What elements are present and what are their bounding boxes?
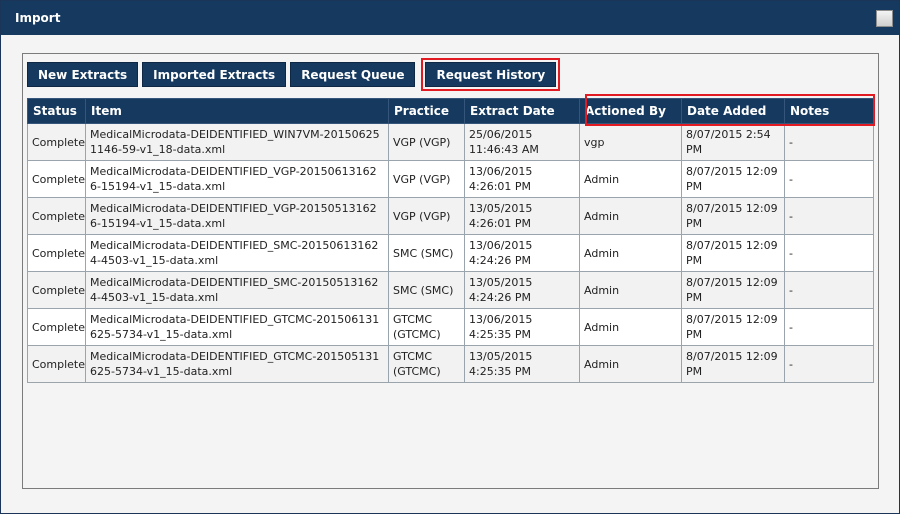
cell-practice: VGP (VGP) [388,123,465,161]
tab-panel: New Extracts Imported Extracts Request Q… [22,53,879,489]
cell-practice: SMC (SMC) [388,271,465,309]
history-table-wrap: Status Item Practice Extract Date Action… [27,94,875,383]
cell-notes: - [784,345,874,383]
cell-actioned-by: Admin [579,345,682,383]
table-row[interactable]: Complete MedicalMicrodata-DEIDENTIFIED_VG… [27,160,874,198]
col-actioned-by[interactable]: Actioned By [579,98,682,124]
tab-request-history[interactable]: Request History [421,58,561,91]
cell-item: MedicalMicrodata-DEIDENTIFIED_SMC-201505… [85,271,389,309]
cell-actioned-by: Admin [579,197,682,235]
cell-item: MedicalMicrodata-DEIDENTIFIED_VGP-201505… [85,197,389,235]
cell-practice: GTCMC (GTCMC) [388,308,465,346]
cell-date-added: 8/07/2015 12:09 PM [681,197,785,235]
cell-actioned-by: vgp [579,123,682,161]
title-bar: Import [1,1,899,35]
cell-actioned-by: Admin [579,271,682,309]
cell-extract-date: 13/06/2015 4:26:01 PM [464,160,580,198]
col-item[interactable]: Item [85,98,389,124]
cell-status: Complete [27,197,86,235]
cell-practice: VGP (VGP) [388,197,465,235]
table-header-row: Status Item Practice Extract Date Action… [27,98,874,124]
table-row[interactable]: Complete MedicalMicrodata-DEIDENTIFIED_WI… [27,123,874,161]
table-row[interactable]: Complete MedicalMicrodata-DEIDENTIFIED_VG… [27,197,874,235]
cell-notes: - [784,160,874,198]
cell-status: Complete [27,160,86,198]
cell-item: MedicalMicrodata-DEIDENTIFIED_SMC-201506… [85,234,389,272]
import-dialog: Import New Extracts Imported Extracts Re… [0,0,900,514]
table-row[interactable]: Complete MedicalMicrodata-DEIDENTIFIED_GT… [27,308,874,346]
cell-date-added: 8/07/2015 12:09 PM [681,271,785,309]
cell-practice: GTCMC (GTCMC) [388,345,465,383]
cell-date-added: 8/07/2015 12:09 PM [681,345,785,383]
cell-actioned-by: Admin [579,160,682,198]
cell-extract-date: 13/05/2015 4:24:26 PM [464,271,580,309]
cell-status: Complete [27,345,86,383]
request-history-table: Status Item Practice Extract Date Action… [27,98,874,383]
cell-item: MedicalMicrodata-DEIDENTIFIED_WIN7VM-201… [85,123,389,161]
cell-status: Complete [27,271,86,309]
dialog-title: Import [15,11,61,25]
cell-practice: VGP (VGP) [388,160,465,198]
cell-item: MedicalMicrodata-DEIDENTIFIED_VGP-201506… [85,160,389,198]
col-date-added[interactable]: Date Added [681,98,785,124]
tab-imported-extracts[interactable]: Imported Extracts [142,62,287,87]
table-row[interactable]: Complete MedicalMicrodata-DEIDENTIFIED_SM… [27,271,874,309]
cell-item: MedicalMicrodata-DEIDENTIFIED_GTCMC-2015… [85,345,389,383]
cell-notes: - [784,234,874,272]
cell-notes: - [784,123,874,161]
cell-notes: - [784,308,874,346]
cell-extract-date: 13/06/2015 4:25:35 PM [464,308,580,346]
col-extract-date[interactable]: Extract Date [464,98,580,124]
cell-item: MedicalMicrodata-DEIDENTIFIED_GTCMC-2015… [85,308,389,346]
cell-practice: SMC (SMC) [388,234,465,272]
close-button[interactable] [876,9,893,27]
col-notes[interactable]: Notes [784,98,874,124]
cell-notes: - [784,271,874,309]
cell-date-added: 8/07/2015 12:09 PM [681,160,785,198]
cell-actioned-by: Admin [579,234,682,272]
cell-notes: - [784,197,874,235]
cell-status: Complete [27,234,86,272]
cell-extract-date: 13/06/2015 4:24:26 PM [464,234,580,272]
tab-request-queue[interactable]: Request Queue [290,62,416,87]
cell-date-added: 8/07/2015 12:09 PM [681,308,785,346]
col-status[interactable]: Status [27,98,86,124]
tab-strip: New Extracts Imported Extracts Request Q… [23,58,561,91]
cell-extract-date: 13/05/2015 4:25:35 PM [464,345,580,383]
tab-new-extracts[interactable]: New Extracts [27,62,139,87]
cell-status: Complete [27,308,86,346]
cell-extract-date: 13/05/2015 4:26:01 PM [464,197,580,235]
cell-status: Complete [27,123,86,161]
table-row[interactable]: Complete MedicalMicrodata-DEIDENTIFIED_GT… [27,345,874,383]
table-body: Complete MedicalMicrodata-DEIDENTIFIED_WI… [27,123,874,383]
table-row[interactable]: Complete MedicalMicrodata-DEIDENTIFIED_SM… [27,234,874,272]
cell-extract-date: 25/06/2015 11:46:43 AM [464,123,580,161]
cell-date-added: 8/07/2015 12:09 PM [681,234,785,272]
cell-date-added: 8/07/2015 2:54 PM [681,123,785,161]
col-practice[interactable]: Practice [388,98,465,124]
cell-actioned-by: Admin [579,308,682,346]
